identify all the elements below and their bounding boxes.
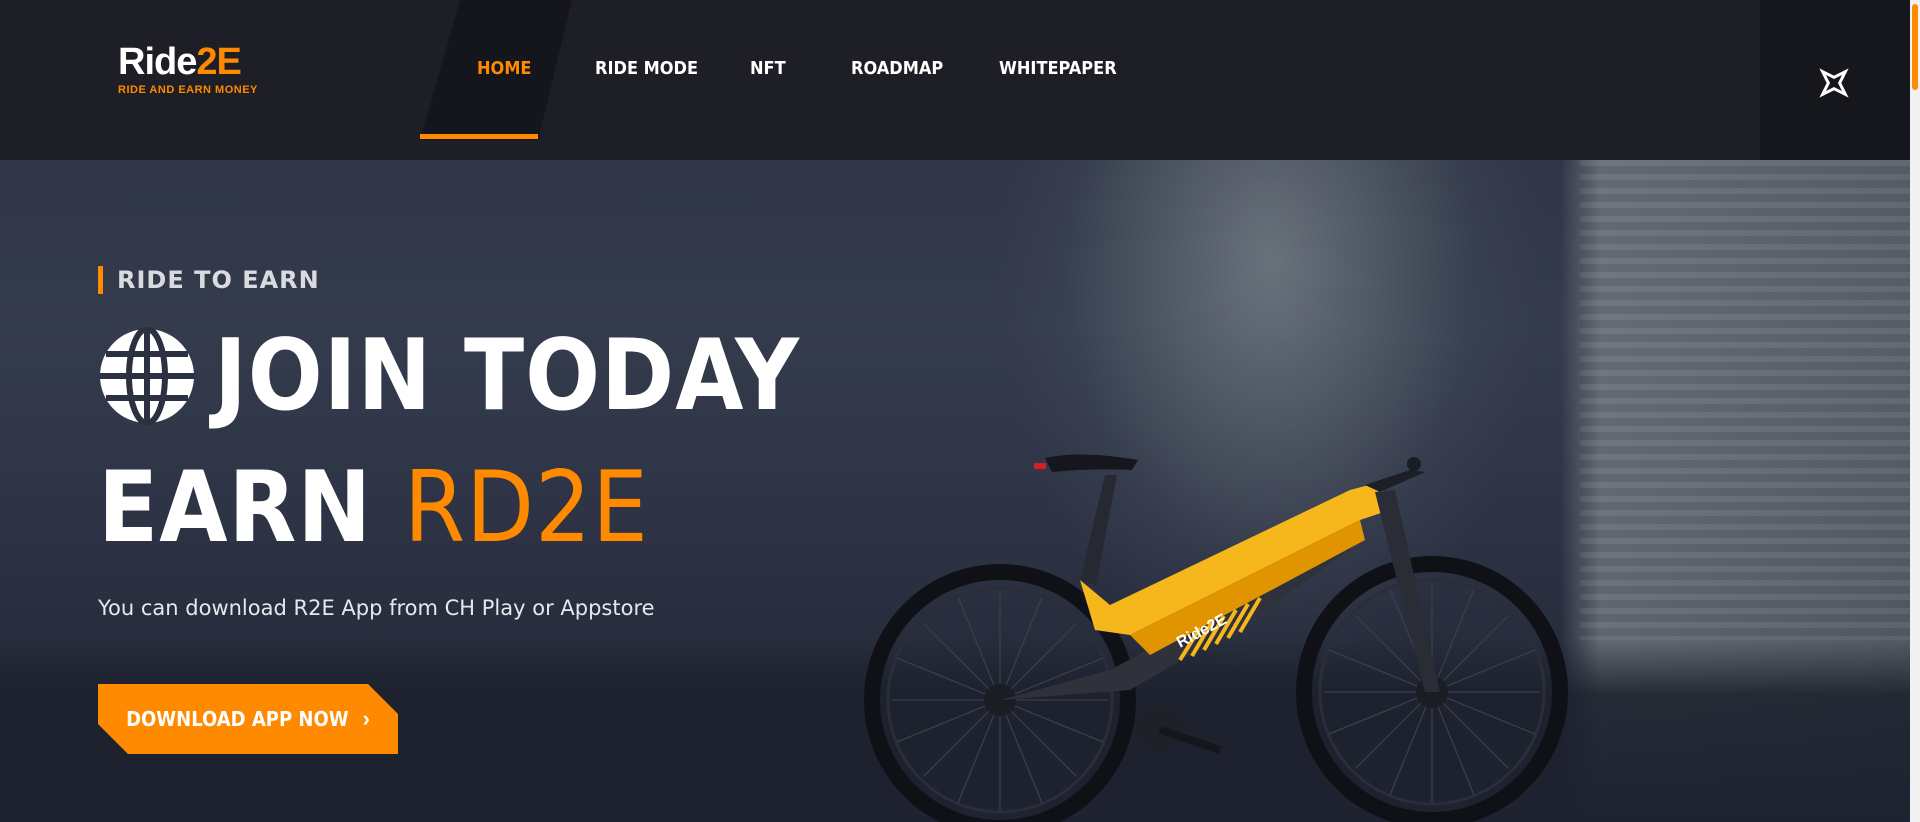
nav-item-roadmap[interactable]: ROADMAP [851, 58, 943, 79]
nav-active-underline [420, 134, 538, 139]
chevron-right-icon: › [362, 706, 370, 731]
logo[interactable]: Ride2E RIDE AND EARN MONEY [118, 42, 258, 96]
download-app-button[interactable]: DOWNLOAD APP NOW › [98, 684, 398, 754]
nav-item-ride-mode[interactable]: RIDE MODE [595, 58, 698, 79]
logo-main: Ride [118, 41, 197, 83]
nav-item-home[interactable]: HOME [477, 58, 532, 79]
hero-light-streaks [1580, 160, 1910, 640]
bike-image: Ride2E [864, 454, 1568, 822]
hero-headline-line2: EARN RD2E [98, 452, 649, 564]
globe-icon [100, 327, 194, 425]
page-scrollbar[interactable] [1910, 0, 1920, 822]
close-x-icon[interactable] [1812, 61, 1856, 105]
logo-wordmark: Ride2E [118, 42, 258, 82]
hero-headline-line1: JOIN TODAY [98, 320, 800, 432]
hero-headline-text: JOIN TODAY [214, 319, 800, 433]
logo-tagline: RIDE AND EARN MONEY [118, 84, 258, 96]
nav-item-whitepaper[interactable]: WHITEPAPER [999, 58, 1117, 79]
scrollbar-thumb[interactable] [1912, 4, 1918, 90]
hero-eyebrow: RIDE TO EARN [98, 266, 320, 294]
download-app-label: DOWNLOAD APP NOW [126, 707, 349, 731]
header-bar [0, 0, 1760, 160]
hero-subtitle: You can download R2E App from CH Play or… [98, 596, 655, 620]
hero-headline2-prefix: EARN [98, 451, 373, 565]
nav-item-nft[interactable]: NFT [750, 58, 786, 79]
logo-accent: 2E [196, 41, 241, 83]
hero-headline2-accent: RD2E [403, 451, 649, 565]
